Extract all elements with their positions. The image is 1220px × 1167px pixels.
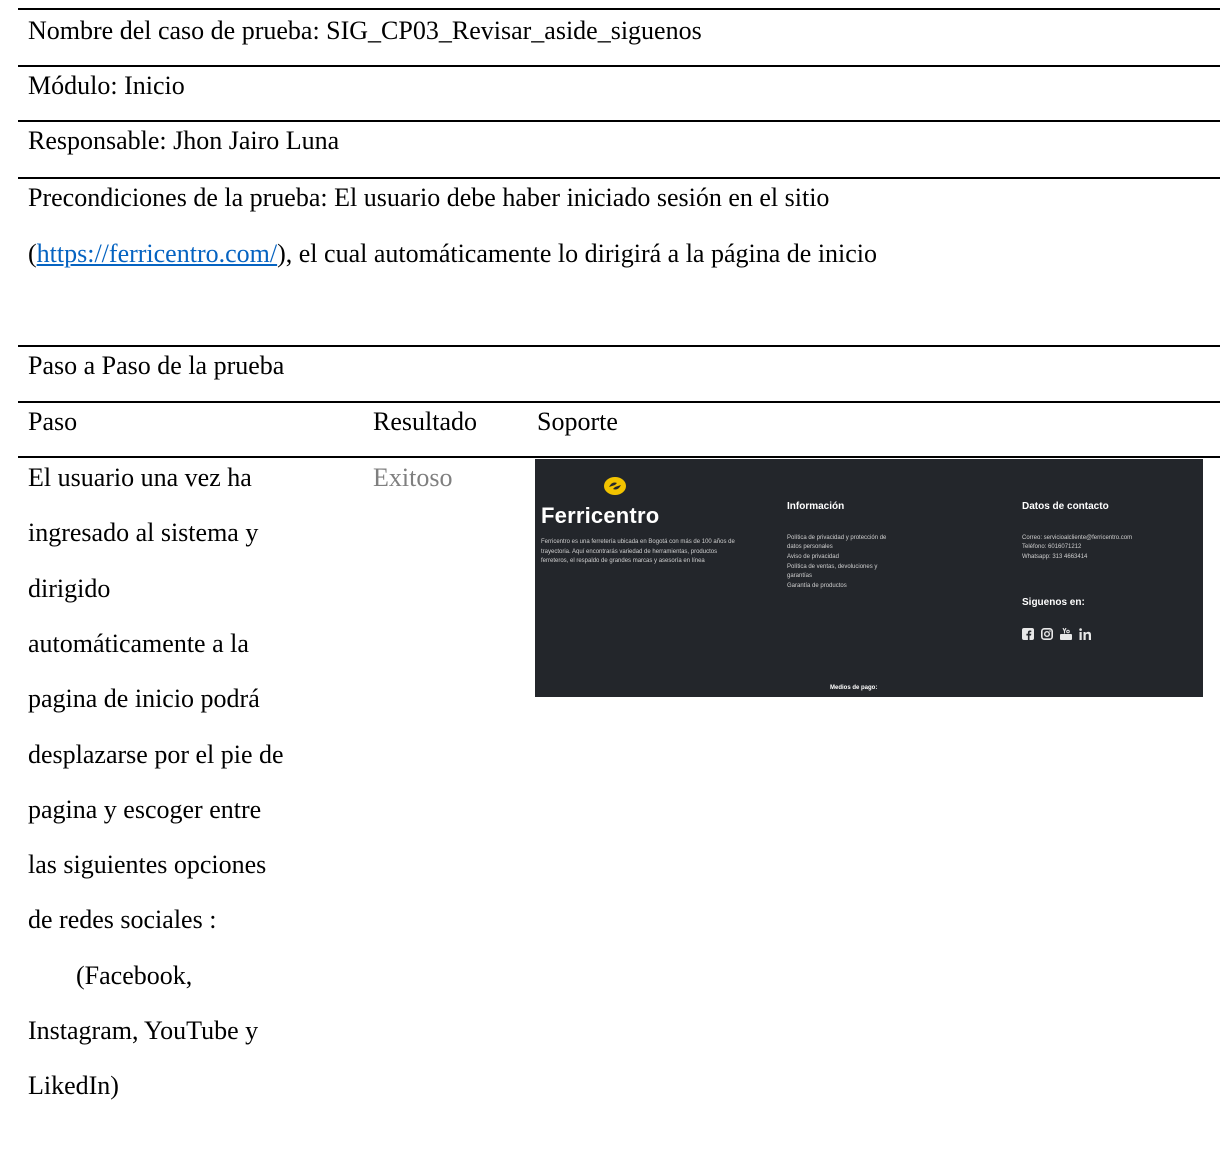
youtube-icon[interactable]: [1060, 627, 1072, 640]
rule-6: [18, 456, 1220, 458]
step-description-line: El usuario una vez ha: [28, 463, 252, 492]
instagram-icon[interactable]: [1041, 627, 1053, 640]
step-description-line: (Facebook,: [76, 961, 193, 990]
preconditions-line-1: Precondiciones de la prueba: El usuario …: [28, 183, 830, 212]
brand-description: Ferricentro es una ferretería ubicada en…: [541, 539, 735, 564]
rule-5: [18, 401, 1220, 403]
step-description-line: las siguientes opciones: [28, 850, 267, 879]
info-item[interactable]: Garantía de productos: [787, 582, 847, 592]
info-heading: Información: [787, 501, 845, 512]
step-description-line: pagina y escoger entre: [28, 795, 262, 824]
follow-heading: Siguenos en:: [1022, 597, 1085, 608]
contact-heading: Datos de contacto: [1022, 501, 1109, 512]
ferricentro-link[interactable]: https://ferricentro.com/: [37, 239, 277, 268]
brand-name: Ferricentro: [541, 503, 660, 528]
result-value: Exitoso: [373, 463, 453, 492]
step-description-line: automáticamente a la: [28, 629, 249, 658]
step-description-line: pagina de inicio podrá: [28, 684, 260, 713]
column-header-result: Resultado: [373, 407, 477, 436]
rule-4: [18, 345, 1220, 347]
linkedin-icon[interactable]: [1079, 627, 1093, 640]
column-header-step: Paso: [28, 407, 78, 436]
step-description-line: de redes sociales :: [28, 905, 217, 934]
info-item[interactable]: garantías: [787, 572, 812, 582]
contact-item: Whatsapp: 313 4663414: [1022, 554, 1088, 560]
preconditions-line-2: (https://ferricentro.com/), el cual auto…: [28, 239, 878, 268]
test-case-name: Nombre del caso de prueba: SIG_CP03_Revi…: [28, 16, 702, 45]
contact-item: Teléfono: 6016071212: [1022, 544, 1082, 550]
top-rule: [18, 8, 1220, 10]
facebook-icon[interactable]: [1022, 627, 1034, 640]
rule-3: [18, 177, 1220, 179]
ferricentro-logo-icon: [604, 477, 626, 495]
rule-2: [18, 120, 1220, 122]
info-item[interactable]: Aviso de privacidad: [787, 553, 839, 563]
step-description-line: desplazarse por el pie de: [28, 740, 284, 769]
social-icons: [1022, 627, 1093, 640]
module-label: Módulo: Inicio: [28, 71, 185, 100]
step-description-line: LikedIn): [28, 1071, 119, 1100]
step-description-line: Instagram, YouTube y: [28, 1016, 259, 1045]
support-screenshot: Ferricentro Ferricentro es una ferreterí…: [535, 459, 1203, 697]
steps-section-title: Paso a Paso de la prueba: [28, 351, 285, 380]
responsible-label: Responsable: Jhon Jairo Luna: [28, 126, 340, 155]
step-description-line: ingresado al sistema y: [28, 518, 259, 547]
payment-heading: Medios de pago:: [830, 685, 878, 691]
step-description-line: dirigido: [28, 574, 111, 603]
info-item[interactable]: datos personales: [787, 543, 833, 553]
column-header-support: Soporte: [537, 407, 618, 436]
rule-1: [18, 65, 1220, 67]
